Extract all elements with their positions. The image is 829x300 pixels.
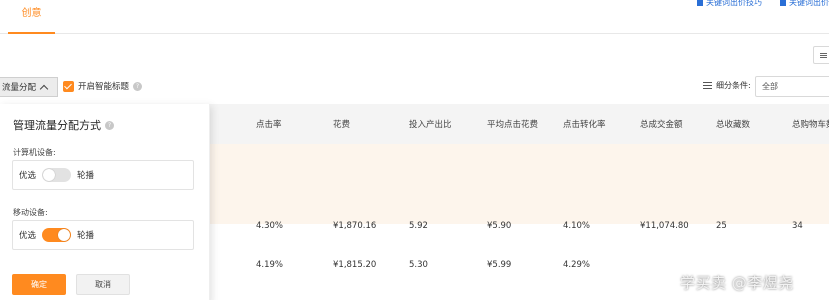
column-header[interactable]: 点击转化率 <box>563 118 606 130</box>
smart-title-checkbox[interactable]: 开启智能标题 ? <box>63 80 143 92</box>
column-header[interactable]: 平均点击花费 <box>487 118 538 130</box>
table-cell: 5.30 <box>409 260 428 270</box>
checkbox-checked-icon[interactable] <box>63 80 74 92</box>
list-icon <box>703 82 712 89</box>
toggle-knob <box>43 169 56 181</box>
segment-filter-label: 细分条件: <box>703 80 751 91</box>
mobile-device-toggle[interactable] <box>42 228 72 242</box>
traffic-allocation-button[interactable]: 流量分配 <box>0 77 58 97</box>
column-header[interactable]: 投入产出比 <box>409 118 452 130</box>
panel-title-text: 管理流量分配方式 <box>13 119 101 132</box>
computer-device-option: 优选 轮播 <box>12 160 194 190</box>
table-row: 4.30% ¥1,870.16 5.92 ¥5.90 4.10% ¥11,074… <box>210 144 829 231</box>
toggle-knob <box>58 229 71 241</box>
option-preferred-label: 优选 <box>19 231 37 241</box>
mobile-device-label: 移动设备: <box>13 208 48 217</box>
list-icon <box>819 52 827 58</box>
help-icon[interactable]: ? <box>133 81 143 91</box>
option-preferred-label: 优选 <box>19 171 37 181</box>
top-link-keyword-bid[interactable]: 关键词出价 <box>780 0 829 8</box>
column-header[interactable]: 总购物车数 <box>792 118 829 130</box>
cancel-button[interactable]: 取消 <box>76 274 130 295</box>
link-icon <box>697 0 703 6</box>
top-tab-bar: 创意 关键词出价技巧 关键词出价 <box>0 0 829 34</box>
top-link-label: 关键词出价 <box>789 0 829 7</box>
column-header[interactable]: 总收藏数 <box>716 118 750 130</box>
top-link-keyword-bid-tips[interactable]: 关键词出价技巧 <box>697 0 762 8</box>
mobile-device-option: 优选 轮播 <box>12 220 194 250</box>
tab-creative[interactable]: 创意 <box>8 0 55 34</box>
column-header[interactable]: 点击率 <box>256 118 282 130</box>
traffic-allocation-panel: 管理流量分配方式 ? 计算机设备: 优选 轮播 移动设备: 优选 轮播 确定 取… <box>0 104 210 300</box>
table-header: 点击率 花费 投入产出比 平均点击花费 点击转化率 总成交金额 总收藏数 总购物… <box>210 104 829 144</box>
smart-title-label: 开启智能标题 <box>78 82 130 92</box>
traffic-allocation-label: 流量分配 <box>2 83 37 93</box>
panel-title: 管理流量分配方式 ? <box>13 117 114 133</box>
segment-filter-select[interactable]: 全部 <box>755 76 829 97</box>
watermark: 学买卖 @李煜尧 <box>680 274 794 292</box>
top-link-label: 关键词出价技巧 <box>706 0 762 7</box>
help-icon[interactable]: ? <box>105 120 114 130</box>
table-cell: 4.19% <box>256 260 284 270</box>
table-cell: ¥5.99 <box>487 260 512 270</box>
link-icon <box>780 0 786 6</box>
confirm-button[interactable]: 确定 <box>12 274 66 295</box>
column-header[interactable]: 花费 <box>333 118 350 130</box>
table-cell: 4.29% <box>563 260 591 270</box>
option-rotate-label: 轮播 <box>77 231 95 241</box>
column-header[interactable]: 总成交金额 <box>640 118 683 130</box>
computer-device-label: 计算机设备: <box>13 148 56 157</box>
column-settings-button[interactable] <box>813 46 829 64</box>
chevron-up-icon <box>39 84 49 93</box>
filter-label: 细分条件: <box>716 81 751 90</box>
option-rotate-label: 轮播 <box>77 171 95 181</box>
table-cell: ¥1,815.20 <box>333 260 377 270</box>
computer-device-toggle[interactable] <box>42 168 72 182</box>
performance-table: 点击率 花费 投入产出比 平均点击花费 点击转化率 总成交金额 总收藏数 总购物… <box>210 104 829 300</box>
